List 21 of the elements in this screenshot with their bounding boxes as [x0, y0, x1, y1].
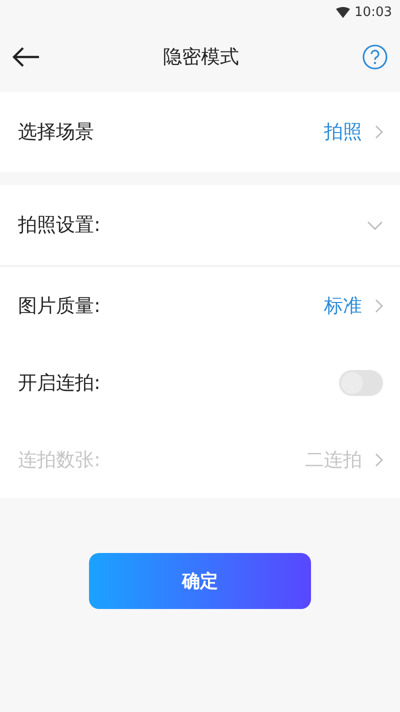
row-label: 图片质量: [18, 294, 102, 318]
chevron-right-icon [375, 298, 383, 312]
row-label: 开启连拍: [18, 370, 102, 396]
confirm-button[interactable]: 确定 [89, 553, 311, 609]
help-icon[interactable] [362, 44, 388, 70]
settings-row[interactable]: 拍照设置: [0, 185, 400, 267]
wifi-icon [336, 6, 350, 18]
row-value: 二连拍 [305, 448, 362, 472]
row-label: 拍照设置: [18, 213, 102, 238]
page-title: 隐密模式 [163, 45, 239, 70]
toggle-switch[interactable] [339, 370, 383, 396]
settings-row[interactable]: 图片质量: 标准 [0, 267, 400, 344]
row-value: 拍照 [324, 120, 362, 145]
row-label: 连拍数张: [18, 448, 102, 472]
chevron-right-icon [375, 452, 383, 466]
chevron-right-icon [375, 125, 383, 139]
row-label: 选择场景 [18, 120, 95, 145]
scene-row[interactable]: 选择场景 拍照 [0, 92, 400, 172]
back-arrow-icon[interactable] [12, 47, 40, 67]
status-time: 10:03 [354, 4, 392, 20]
row-value: 标准 [324, 294, 362, 318]
